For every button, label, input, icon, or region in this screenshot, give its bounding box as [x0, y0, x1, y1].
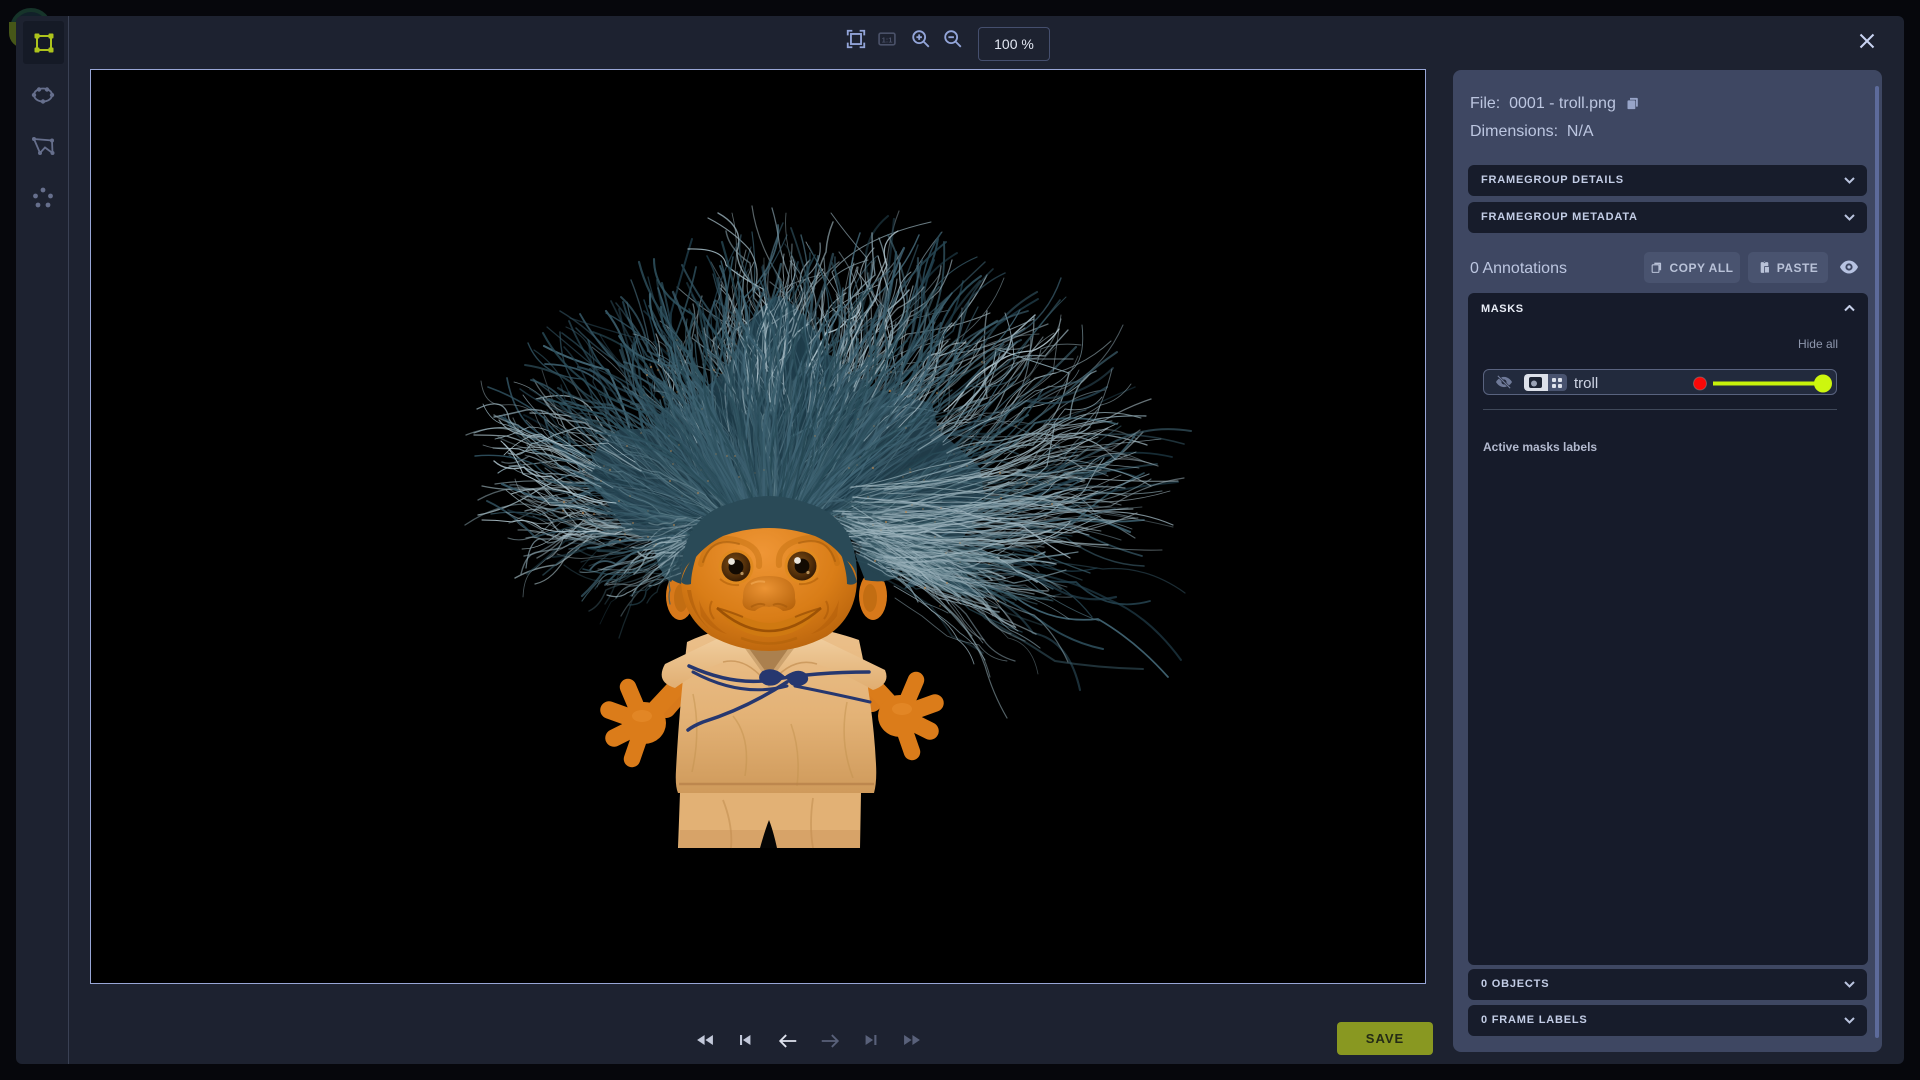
svg-text:1:1: 1:1: [882, 35, 893, 44]
